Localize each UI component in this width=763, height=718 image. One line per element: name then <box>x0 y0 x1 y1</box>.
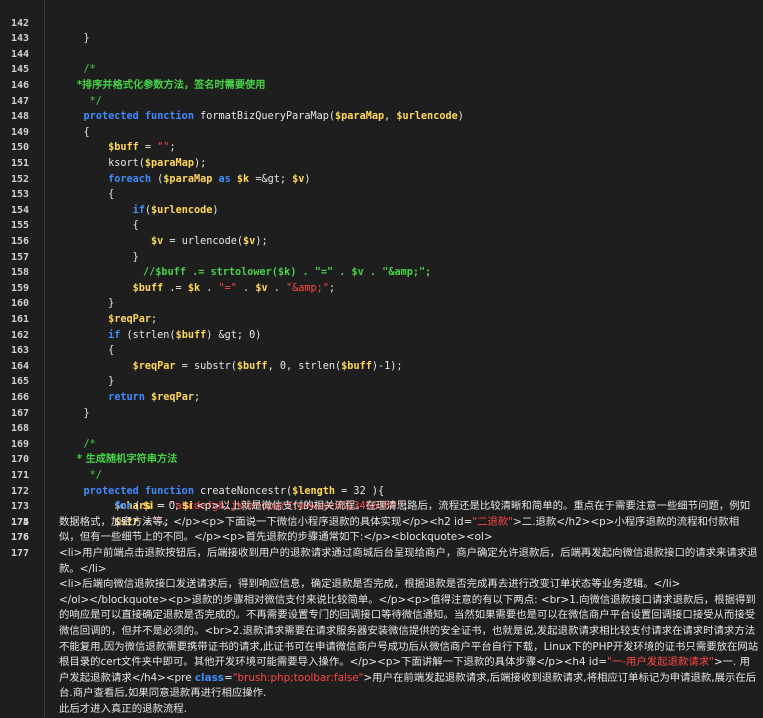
line-number: 149 <box>10 126 30 138</box>
line-number: 164 <box>10 360 30 372</box>
line-number: 154 <box>10 204 30 216</box>
line-number: 150 <box>10 142 30 154</box>
line-number: 158 <box>10 267 30 279</box>
code-line: 168 /* <box>11 406 763 450</box>
line-number: 157 <box>10 251 30 263</box>
code-line: 161 if (strlen($buff) &gt; 0) <box>11 296 763 341</box>
code-line: 170 */ <box>11 437 763 481</box>
code-line: 142 } <box>11 0 763 45</box>
code-line: 143 <box>11 16 763 44</box>
line-number: 145 <box>10 64 30 76</box>
line-number: 153 <box>10 189 30 201</box>
html-text: <li>用户前端点击退款按钮后，后端接收到用户的退款请求通过商城后台呈现给商户，… <box>59 547 758 575</box>
code-line: 164 } <box>11 343 763 388</box>
code-line: 165 return $reqPar; <box>11 359 763 403</box>
code-line: 167 <box>11 390 763 419</box>
line-number: 168 <box>10 423 30 435</box>
code-line: 150 ksort($paraMap); <box>11 125 763 169</box>
code-line: 166 } <box>11 374 763 419</box>
line-number: 170 <box>10 454 30 466</box>
line-number: 144 <box>10 48 30 60</box>
code-line: 160 $reqPar; <box>11 281 763 325</box>
code-line: 149 $buff = ""; <box>11 109 763 154</box>
code-area[interactable]: 142 } 143 144 /* 145 *排序并格式化参数方法，签名时需要使用… <box>11 0 763 718</box>
line-number: 159 <box>10 282 30 294</box>
html-text: <li>后端向微信退款接口发送请求后，得到响应信息，确定退款是否完成，根据退款是… <box>59 578 681 591</box>
line-number: 148 <box>10 111 30 123</box>
string: "一-用户发起退款请求" <box>607 656 714 669</box>
string: "二退款" <box>472 515 514 528</box>
line-number: 142 <box>10 17 30 29</box>
code-line: 146 */ <box>11 62 763 107</box>
variable: $i <box>142 500 154 513</box>
line-number: 160 <box>10 298 30 310</box>
line-number: 151 <box>10 157 30 169</box>
code-line: 158 $buff .= $k . "=" . $v . "&amp;"; <box>11 250 763 294</box>
line-number: 155 <box>10 220 30 232</box>
code-editor[interactable]: 142 } 143 144 /* 145 *排序并格式化参数方法，签名时需要使用… <box>0 0 763 718</box>
attribute: class <box>194 671 224 684</box>
line-number: 163 <box>10 345 30 357</box>
line-number: 162 <box>10 329 30 341</box>
code-line: 147 protected function formatBizQueryPar… <box>11 78 763 123</box>
line-number: 147 <box>10 95 30 107</box>
line-number: 152 <box>10 173 30 185</box>
string: "brush:php;toolbar:false" <box>232 671 364 684</box>
code-line: 172 $chars = "abcdefghijklmnopqrstuvwxyz… <box>11 468 763 513</box>
line-number: 146 <box>10 79 30 91</box>
code-line: 157 //$buff .= strtolower($k) . "=" . $v… <box>11 234 763 279</box>
code-line: 155 $v = urlencode($v); <box>11 203 763 247</box>
code-line: 169 * 生成随机字符串方法 <box>11 421 763 466</box>
code-line: 144 /* <box>11 31 763 76</box>
line-number: 143 <box>10 33 30 45</box>
code-line: 148 { <box>11 94 763 138</box>
line-number: 161 <box>10 313 30 325</box>
wrapped-code-text: <li>用户前端点击退款按钮后，后端接收到用户的退款请求通过商城后台呈现给商户，… <box>59 546 759 718</box>
variable: $i <box>182 500 193 513</box>
operator: = 0; <box>153 500 182 513</box>
line-number: 175 <box>10 516 30 528</box>
code-line: 153 if($urlencode) <box>11 172 763 216</box>
line-number: 173 <box>10 501 30 513</box>
line-number: 156 <box>10 235 30 247</box>
line-number: 166 <box>10 391 30 403</box>
line-number: 171 <box>10 469 30 481</box>
line-number: 165 <box>10 376 30 388</box>
code-line: 173 $str =""; <box>11 484 763 528</box>
code-line: 145 *排序并格式化参数方法，签名时需要使用 <box>11 47 763 91</box>
keyword: for <box>115 500 132 513</box>
wrapped-code-text: for ( $i = 0; $i <p>以上就是微信支付的相关流程。在理清思路后… <box>59 499 759 546</box>
html-text: 此后才进入真正的退款流程. <box>59 702 187 715</box>
code-line: 151 foreach ($paraMap as $k =&gt; $v) <box>11 140 763 185</box>
code-line: 152 { <box>11 156 763 201</box>
line-number: 169 <box>10 438 30 450</box>
operator: = <box>224 671 233 684</box>
code-line: 159 } <box>11 265 763 310</box>
line-number: 172 <box>10 485 30 497</box>
code-line: 162 { <box>11 312 763 357</box>
punctuation: ( <box>131 500 143 513</box>
line-number: 176 <box>10 532 30 544</box>
line-number: 177 <box>10 548 30 559</box>
line-number: 167 <box>10 407 30 419</box>
code-line: 154 { <box>11 187 763 232</box>
code-line: 163 $reqPar = substr($buff, 0, strlen($b… <box>11 328 763 372</box>
code-line: 171 protected function createNoncestr($l… <box>11 452 763 497</box>
code-line: 156 } <box>11 218 763 263</box>
